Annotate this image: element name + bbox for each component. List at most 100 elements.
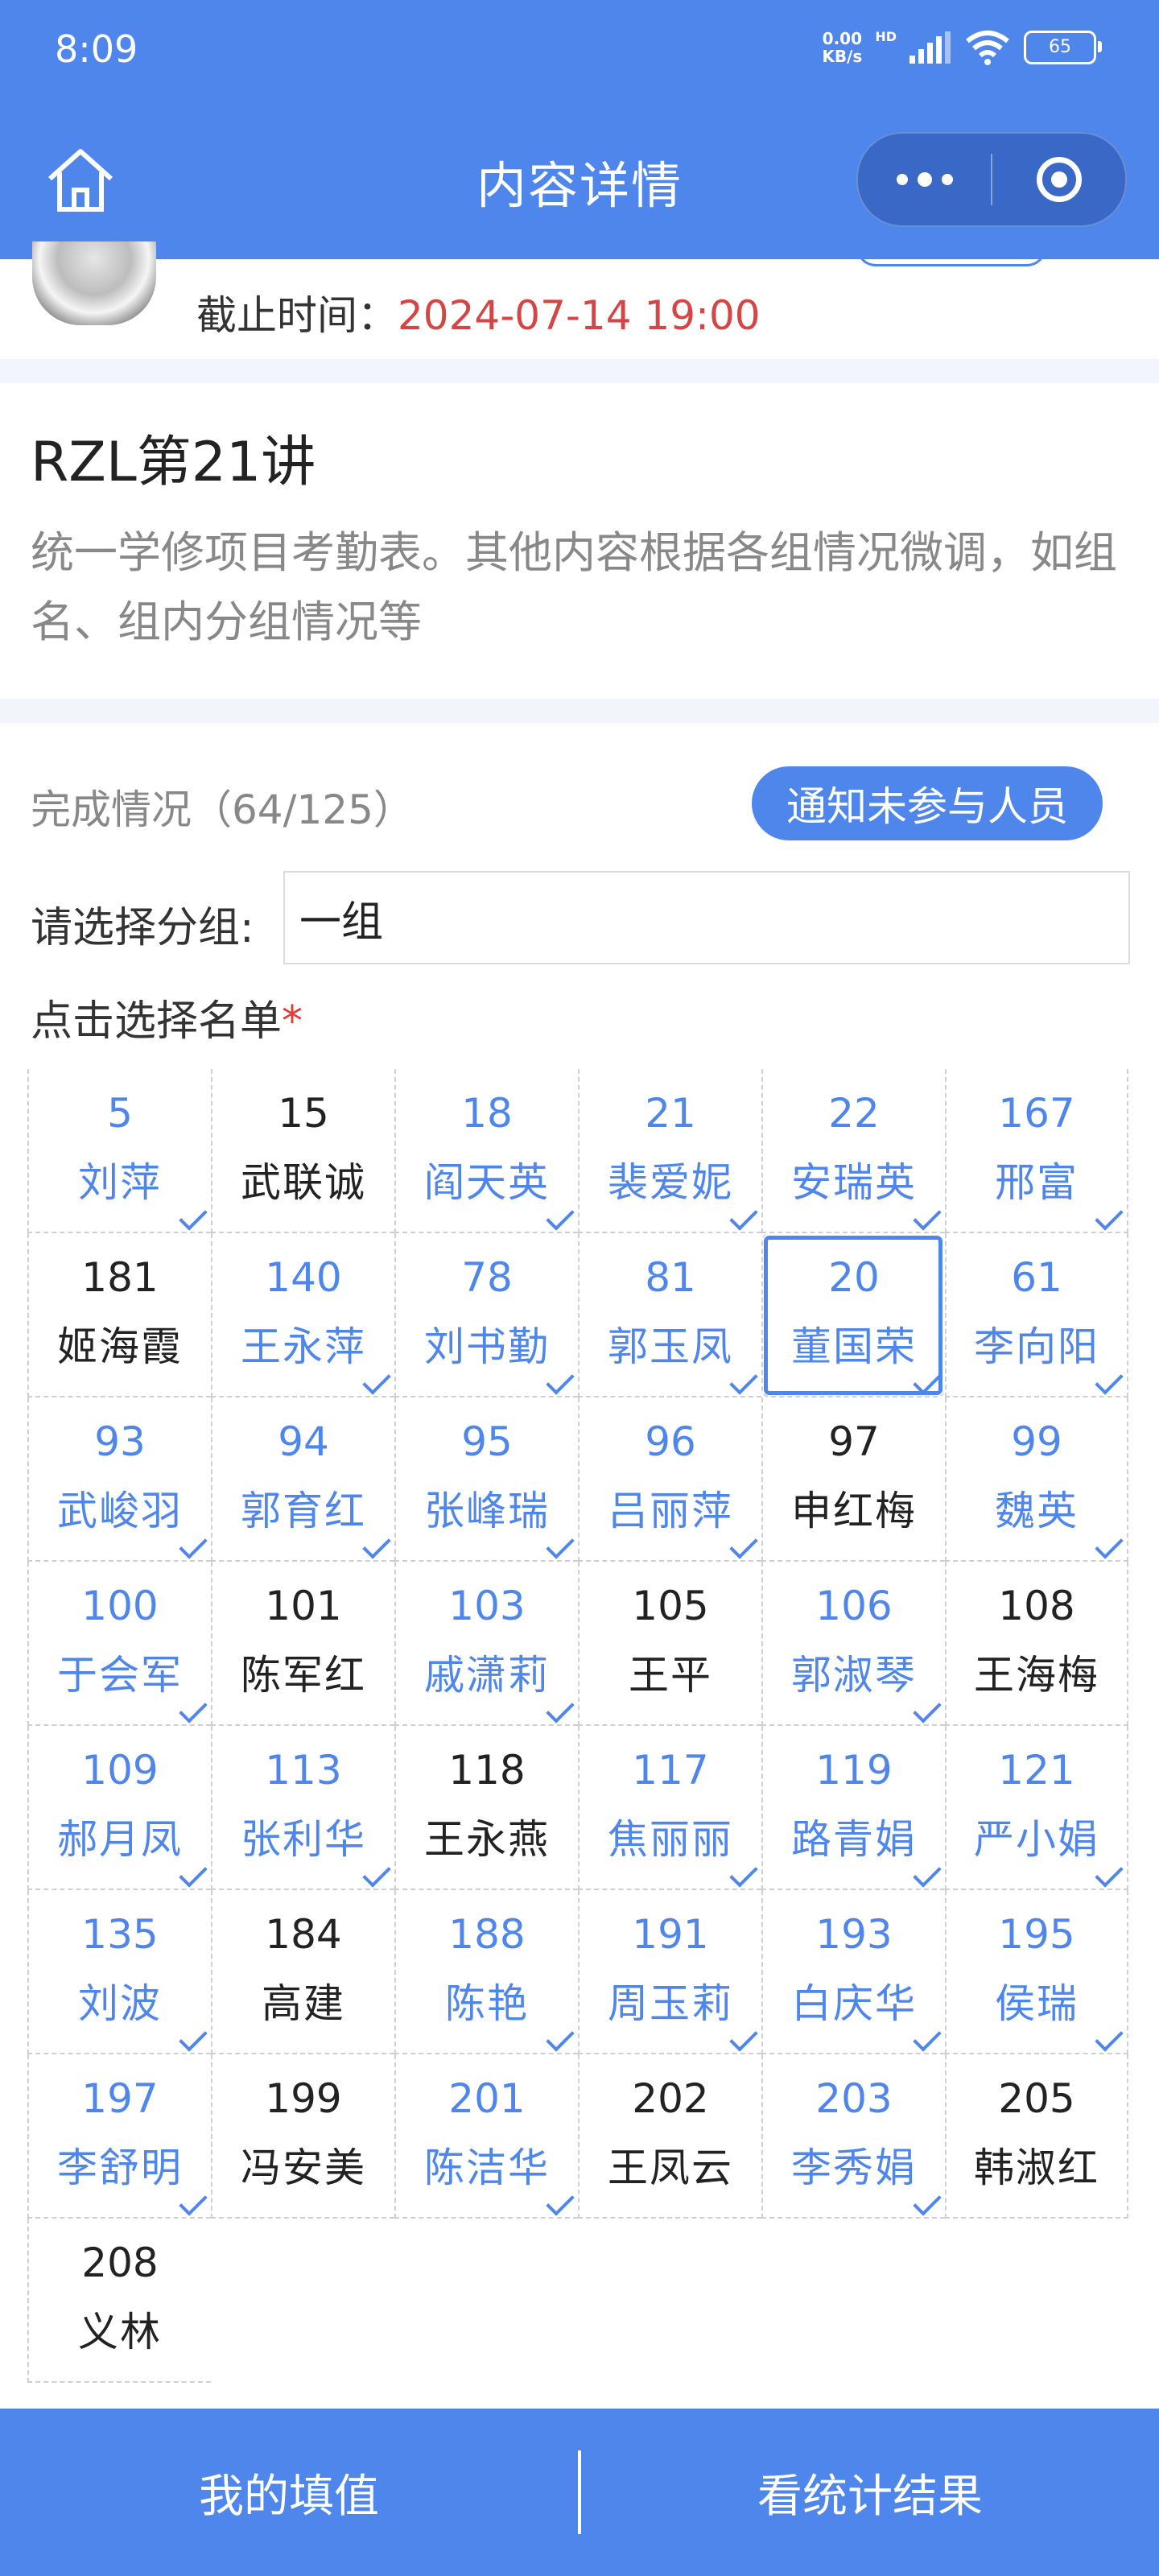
- member-cell[interactable]: 181 姬海霞: [27, 1233, 211, 1397]
- member-name: 李向阳: [974, 1323, 1099, 1370]
- notify-unparticipated-button[interactable]: 通知未参与人员: [752, 766, 1103, 840]
- member-cell[interactable]: 18 阎天英: [394, 1069, 578, 1233]
- member-number: 195: [998, 1911, 1075, 1958]
- member-cell[interactable]: 101 陈军红: [211, 1562, 394, 1726]
- mini-program-capsule: [856, 132, 1127, 227]
- member-cell[interactable]: 208 义林: [27, 2219, 211, 2383]
- partial-button[interactable]: [856, 242, 1046, 266]
- member-cell[interactable]: 109 郝月凤: [27, 1726, 211, 1890]
- member-name: 刘萍: [78, 1159, 162, 1206]
- member-number: 117: [632, 1747, 709, 1794]
- member-number: 197: [81, 2075, 159, 2122]
- member-cell[interactable]: 203 李秀娟: [761, 2054, 945, 2219]
- member-cell[interactable]: 135 刘波: [27, 1890, 211, 2054]
- member-cell[interactable]: 195 侯瑞: [945, 1890, 1128, 2054]
- member-name: 李秀娟: [791, 2145, 917, 2191]
- check-icon: [913, 1202, 942, 1231]
- member-name: 周玉莉: [608, 1980, 733, 2027]
- check-icon: [546, 1695, 575, 1724]
- net-speed-value: 0.00: [822, 28, 863, 48]
- member-name: 武联诚: [241, 1159, 366, 1206]
- check-icon: [546, 1530, 575, 1559]
- member-cell[interactable]: 167 邢富: [945, 1069, 1128, 1233]
- group-select[interactable]: 一组: [283, 871, 1130, 964]
- member-cell[interactable]: 105 王平: [578, 1562, 761, 1726]
- member-cell[interactable]: 199 冯安美: [211, 2054, 394, 2219]
- member-cell[interactable]: 106 郭淑琴: [761, 1562, 945, 1726]
- member-name: 高建: [262, 1980, 345, 2027]
- member-cell[interactable]: 20 董国荣: [761, 1233, 945, 1397]
- member-cell[interactable]: 202 王凤云: [578, 2054, 761, 2219]
- bottom-bar: 我的填值 看统计结果: [0, 2409, 1159, 2576]
- member-name: 韩淑红: [974, 2145, 1099, 2191]
- member-name: 陈艳: [445, 1980, 529, 2027]
- lecture-description: 统一学修项目考勤表。其他内容根据各组情况微调，如组名、组内分组情况等: [31, 527, 1117, 647]
- member-number: 181: [81, 1254, 159, 1301]
- member-cell[interactable]: 81 郭玉凤: [578, 1233, 761, 1397]
- member-cell[interactable]: 22 安瑞英: [761, 1069, 945, 1233]
- member-number: 22: [828, 1090, 880, 1137]
- check-icon: [546, 1366, 575, 1395]
- member-name: 王平: [629, 1652, 712, 1699]
- member-cell[interactable]: 100 于会军: [27, 1562, 211, 1726]
- member-cell[interactable]: 193 白庆华: [761, 1890, 945, 2054]
- member-cell[interactable]: 15 武联诚: [211, 1069, 394, 1233]
- member-cell[interactable]: 61 李向阳: [945, 1233, 1128, 1397]
- member-number: 167: [998, 1090, 1075, 1137]
- member-name: 陈洁华: [424, 2145, 550, 2191]
- member-cell[interactable]: 21 裴爱妮: [578, 1069, 761, 1233]
- check-icon: [1095, 2023, 1124, 2052]
- member-name: 张峰瑞: [424, 1488, 550, 1534]
- wifi-icon: [966, 30, 1009, 65]
- member-name: 于会军: [57, 1652, 183, 1699]
- member-cell[interactable]: 118 王永燕: [394, 1726, 578, 1890]
- member-cell[interactable]: 197 李舒明: [27, 2054, 211, 2219]
- member-cell[interactable]: 205 韩淑红: [945, 2054, 1128, 2219]
- my-values-button[interactable]: 我的填值: [0, 2409, 578, 2576]
- check-icon: [913, 2187, 942, 2216]
- check-icon: [179, 1530, 208, 1559]
- more-button[interactable]: [858, 134, 991, 225]
- member-cell[interactable]: 113 张利华: [211, 1726, 394, 1890]
- member-cell[interactable]: 119 路青娟: [761, 1726, 945, 1890]
- member-cell[interactable]: 94 郭育红: [211, 1397, 394, 1562]
- member-cell[interactable]: 121 严小娟: [945, 1726, 1128, 1890]
- member-name: 白庆华: [791, 1980, 917, 2027]
- check-icon: [179, 1859, 208, 1888]
- member-cell[interactable]: 140 王永萍: [211, 1233, 394, 1397]
- member-cell[interactable]: 103 戚潇莉: [394, 1562, 578, 1726]
- net-speed: 0.00 KB/s: [822, 30, 862, 65]
- member-number: 191: [632, 1911, 709, 1958]
- member-number: 103: [448, 1583, 526, 1629]
- close-button[interactable]: [992, 134, 1125, 225]
- member-number: 97: [828, 1418, 880, 1465]
- member-cell[interactable]: 191 周玉莉: [578, 1890, 761, 2054]
- check-icon: [729, 1530, 758, 1559]
- member-cell[interactable]: 93 武峻羽: [27, 1397, 211, 1562]
- member-number: 135: [81, 1911, 159, 1958]
- status-time: 8:09: [55, 27, 138, 71]
- check-icon: [1095, 1530, 1124, 1559]
- required-mark: *: [282, 997, 303, 1046]
- member-cell[interactable]: 97 申红梅: [761, 1397, 945, 1562]
- member-cell[interactable]: 5 刘萍: [27, 1069, 211, 1233]
- member-cell[interactable]: 117 焦丽丽: [578, 1726, 761, 1890]
- member-name: 申红梅: [791, 1488, 917, 1534]
- check-icon: [179, 1695, 208, 1724]
- member-name: 郝月凤: [57, 1816, 183, 1863]
- member-cell[interactable]: 201 陈洁华: [394, 2054, 578, 2219]
- member-name: 冯安美: [241, 2145, 366, 2191]
- member-number: 119: [815, 1747, 893, 1794]
- member-cell[interactable]: 184 高建: [211, 1890, 394, 2054]
- member-name: 安瑞英: [791, 1159, 917, 1206]
- member-cell[interactable]: 108 王海梅: [945, 1562, 1128, 1726]
- check-icon: [179, 2187, 208, 2216]
- member-cell[interactable]: 78 刘书勤: [394, 1233, 578, 1397]
- member-cell[interactable]: 95 张峰瑞: [394, 1397, 578, 1562]
- view-stats-button[interactable]: 看统计结果: [581, 2409, 1159, 2576]
- member-cell[interactable]: 188 陈艳: [394, 1890, 578, 2054]
- member-name: 魏英: [995, 1488, 1079, 1534]
- member-cell[interactable]: 99 魏英: [945, 1397, 1128, 1562]
- check-icon: [362, 1530, 391, 1559]
- member-cell[interactable]: 96 吕丽萍: [578, 1397, 761, 1562]
